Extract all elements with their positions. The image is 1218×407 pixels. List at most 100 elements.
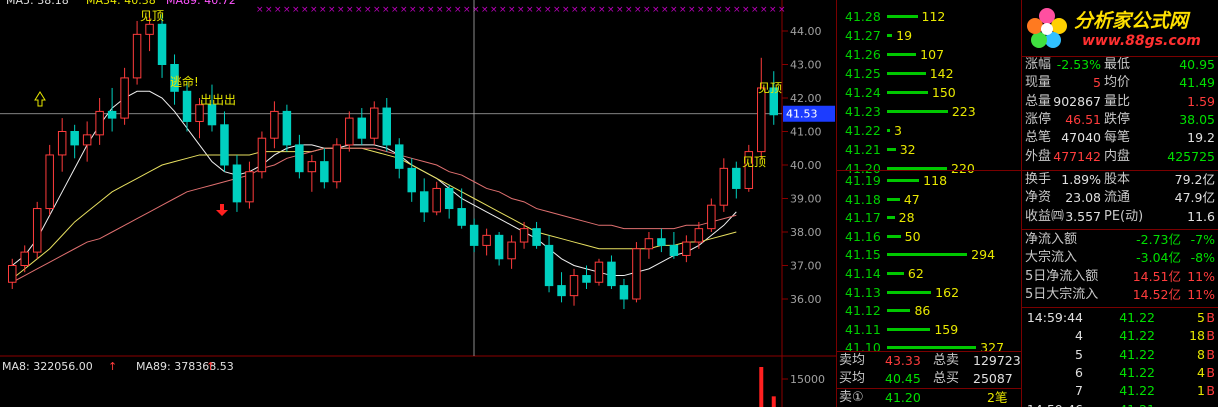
candle-body [657, 238, 666, 246]
flow-label: 净流入额 [1025, 232, 1078, 247]
current-price-label: 41.53 [786, 108, 818, 121]
candle-body [432, 187, 441, 213]
depth-row[interactable]: 41.15 294 [837, 246, 1021, 264]
signal-marker: × [391, 5, 399, 15]
quote-label: 现量 [1025, 75, 1052, 91]
tick-price: 41.22 [1119, 364, 1155, 380]
candle-body [95, 110, 104, 136]
depth-summary-label: 买均 [839, 371, 866, 386]
depth-volume-bar [887, 290, 932, 294]
signal-marker: × [580, 5, 588, 15]
signal-marker: × [544, 5, 552, 15]
candle-body [295, 144, 304, 173]
candle-body [7, 265, 17, 283]
candle-body [544, 244, 554, 287]
tick-price: 41.22 [1119, 310, 1155, 325]
buy-arrow-icon [34, 91, 46, 107]
depth-row[interactable]: 41.27 19 [837, 27, 1021, 45]
depth-row[interactable]: 41.25 142 [837, 65, 1021, 83]
fundamental-label: PE(动) [1104, 208, 1144, 224]
logo-url: www.88gs.com [1082, 33, 1201, 49]
depth-summary-value: 40.45 [885, 371, 921, 386]
info-divider [1022, 307, 1218, 308]
volume-bar [771, 396, 776, 407]
depth-price: 41.26 [845, 47, 881, 62]
signal-marker: × [598, 5, 606, 15]
quote-label: 量比 [1104, 93, 1131, 109]
depth-volume: 118 [923, 173, 948, 188]
price-tick-label: 37.00 [790, 260, 822, 273]
tick-time: 4 [1075, 328, 1083, 344]
depth-row[interactable]: 41.19 118 [837, 172, 1021, 190]
depth-row[interactable]: 41.23 223 [837, 103, 1021, 121]
candle-body [32, 208, 42, 253]
depth-row[interactable]: 41.14 62 [837, 265, 1021, 283]
depth-row[interactable]: 41.28 112 [837, 8, 1021, 26]
chart-annotation: 出出出 [200, 93, 236, 107]
volume-ma8-label: MA8: 322056.00 [2, 360, 93, 373]
tick-side: B [1206, 310, 1215, 325]
tick-side: B [1206, 383, 1215, 399]
tick-price: 41.22 [1119, 328, 1155, 344]
signal-marker: × [670, 5, 678, 15]
signal-marker: × [283, 5, 291, 15]
info-divider [1022, 229, 1218, 230]
depth-volume: 150 [931, 85, 956, 100]
candle-body [45, 154, 54, 210]
quote-info-panel: 分析家公式网 www.88gs.com 涨幅 -2.53% 最低 40.95 现量 5 均价 41… [1021, 0, 1218, 407]
signal-marker: × [472, 5, 480, 15]
fundamental-value: 3.557 [1065, 208, 1101, 224]
depth-row[interactable]: 41.26 107 [837, 46, 1021, 64]
depth-volume: 294 [971, 247, 996, 263]
tick-volume: 8 [1197, 346, 1205, 362]
depth-row[interactable]: 41.11 159 [837, 321, 1021, 339]
fundamental-value: 1.89% [1061, 172, 1101, 187]
candlestick-chart[interactable]: MA5: 38.18 MA34: 40.38 MA89: 40.72× × × × × × × ×… [0, 0, 836, 407]
tick-volume: 18 [1189, 328, 1205, 344]
candle-body [82, 134, 92, 146]
signal-marker: × [634, 5, 642, 15]
chart-annotation: 见顶 [758, 81, 782, 95]
depth-row[interactable]: 41.16 50 [837, 228, 1021, 246]
candle-body [494, 234, 504, 260]
signal-marker: × [760, 5, 768, 15]
depth-volume: 50 [904, 228, 921, 244]
signal-marker: × [688, 5, 696, 15]
flow-percent: -8% [1190, 250, 1215, 266]
chart-annotation: 见顶 [140, 9, 164, 23]
candle-body [669, 244, 679, 256]
candle-body [182, 90, 192, 122]
candle-body [207, 104, 217, 126]
depth-row[interactable]: 41.22 3 [837, 122, 1021, 140]
candle-body [719, 167, 729, 206]
depth-row[interactable]: 41.17 28 [837, 209, 1021, 227]
site-logo[interactable]: 分析家公式网 www.88gs.com [1022, 0, 1218, 56]
quote-label: 内盘 [1104, 148, 1131, 164]
quote-value: 38.05 [1179, 111, 1215, 127]
tick-time: 14:59:44 [1026, 310, 1083, 325]
depth-row[interactable]: 41.13 162 [837, 284, 1021, 302]
depth-row[interactable]: 41.24 150 [837, 84, 1021, 102]
ma-header-label: MA34: 40.38 [86, 0, 156, 7]
signal-marker: × [697, 5, 705, 15]
flow-value: 14.52亿 [1132, 286, 1181, 302]
quote-label: 外盘 [1025, 148, 1052, 164]
signal-marker: × [499, 5, 507, 15]
candle-body [694, 228, 704, 243]
candle-body [20, 251, 29, 267]
candle-body [357, 117, 367, 139]
signal-marker: × [769, 5, 777, 15]
signal-marker: × [337, 5, 345, 15]
candle-body [407, 167, 416, 193]
signal-marker: × [589, 5, 597, 15]
depth-row[interactable]: 41.21 32 [837, 141, 1021, 159]
flow-value: -3.04亿 [1136, 250, 1181, 266]
signal-marker: × [319, 5, 327, 15]
depth-row[interactable]: 41.18 47 [837, 191, 1021, 209]
quote-value: 47040 [1061, 130, 1101, 146]
depth-row[interactable]: 41.12 86 [837, 302, 1021, 320]
depth-price: 41.19 [845, 173, 881, 188]
signal-marker: × [562, 5, 570, 15]
tick-volume: 5 [1197, 310, 1205, 325]
order-depth-panel: 41.28 112 41.27 19 41.26 107 41.25 142 41.24 150 4… [836, 0, 1021, 407]
